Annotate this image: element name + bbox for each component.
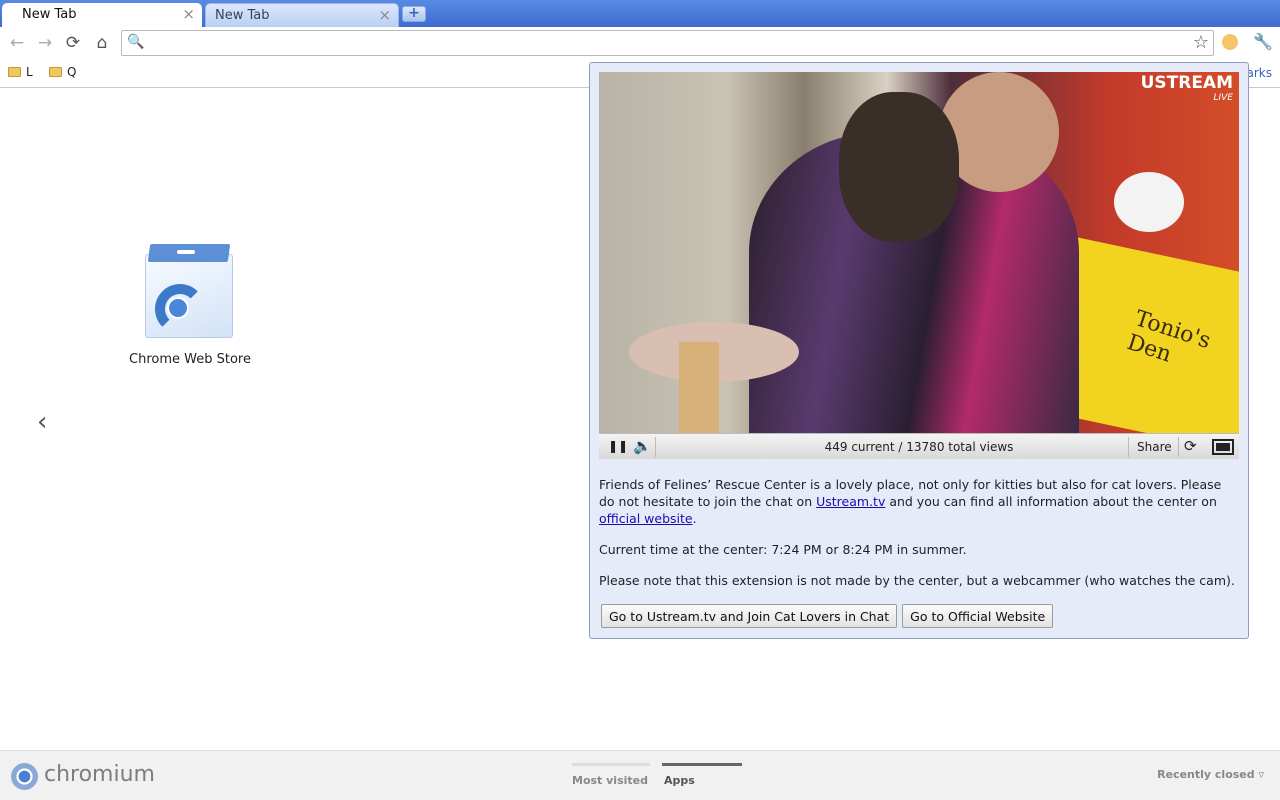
home-icon[interactable]: ⌂	[92, 33, 112, 53]
official-website-link[interactable]: official website	[599, 511, 693, 526]
footer-bar: chromium Most visited Apps Recently clos…	[0, 750, 1280, 800]
ustream-logo: USTREAM LIVE	[1140, 73, 1233, 106]
tab-most-visited[interactable]: Most visited	[572, 763, 650, 787]
app-label: Chrome Web Store	[129, 352, 251, 367]
popup-description: Friends of Felines’ Rescue Center is a l…	[599, 476, 1239, 603]
share-button[interactable]: Share	[1137, 440, 1172, 454]
forward-icon[interactable]: →	[35, 33, 55, 53]
note-text: Please note that this extension is not m…	[599, 573, 1235, 588]
fullscreen-icon[interactable]	[1212, 439, 1234, 455]
cat-extension-icon[interactable]	[1222, 34, 1238, 50]
desc-text-2: and you can find all information about t…	[885, 494, 1217, 509]
video-controls: ❚❚ 🔈 449 current / 13780 total views Sha…	[599, 433, 1239, 459]
extension-popup: Tonio's Den USTREAM LIVE ❚❚ 🔈 449 curren…	[589, 62, 1249, 639]
tab-apps[interactable]: Apps	[662, 763, 742, 787]
folder-icon	[49, 67, 62, 77]
desc-text-3: .	[692, 511, 697, 526]
folder-icon	[8, 67, 21, 77]
web-store-icon	[145, 244, 235, 339]
wrench-icon[interactable]: 🔧	[1253, 32, 1273, 51]
current-time-text: Current time at the center: 7:24 PM or 8…	[599, 542, 967, 557]
chromium-logo-icon	[11, 763, 38, 790]
chromium-logo-text: chromium	[44, 762, 155, 787]
bookmark-folder-q[interactable]: Q	[49, 65, 76, 79]
popup-buttons: Go to Ustream.tv and Join Cat Lovers in …	[601, 604, 1058, 628]
ustream-link[interactable]: Ustream.tv	[816, 494, 885, 509]
tab-new-tab[interactable]: New Tab ×	[205, 3, 399, 27]
close-icon[interactable]: ×	[378, 7, 391, 23]
tab-label: New Tab	[215, 8, 270, 23]
tab-new-tab-active[interactable]: New Tab ×	[2, 3, 202, 27]
video-player[interactable]: Tonio's Den USTREAM LIVE	[599, 72, 1239, 433]
tab-strip: New Tab × New Tab × +	[0, 0, 1280, 27]
ustream-live-text: LIVE	[1213, 93, 1233, 103]
reload-icon[interactable]: ⟳	[63, 33, 83, 53]
bookmark-label: L	[26, 65, 33, 79]
tab-label: New Tab	[22, 7, 77, 22]
back-icon[interactable]: ←	[7, 33, 27, 53]
join-chat-button[interactable]: Go to Ustream.tv and Join Cat Lovers in …	[601, 604, 898, 628]
bookmark-folder-l[interactable]: L	[8, 65, 33, 79]
close-icon[interactable]: ×	[182, 6, 195, 22]
bookmark-label: Q	[67, 65, 77, 79]
app-chrome-web-store[interactable]: Chrome Web Store	[120, 244, 260, 367]
new-tab-button[interactable]: +	[402, 6, 426, 22]
omnibox-input[interactable]	[146, 34, 1186, 52]
toolbar: ← → ⟳ ⌂ 🔍 ☆	[0, 27, 1280, 60]
bookmark-star-icon[interactable]: ☆	[1193, 32, 1209, 53]
recently-closed-menu[interactable]: Recently closed ▿	[1157, 768, 1264, 781]
refresh-icon[interactable]: ⟳	[1184, 437, 1197, 455]
description-text: Friends of Felines’ Rescue Center is a l…	[599, 476, 1239, 527]
other-bookmarks[interactable]: arks	[1247, 66, 1273, 80]
omnibox[interactable]: 🔍 ☆	[121, 30, 1214, 56]
ustream-logo-text: USTREAM	[1140, 73, 1233, 93]
official-website-button[interactable]: Go to Official Website	[902, 604, 1054, 628]
chevron-left-icon[interactable]: ‹	[37, 407, 47, 437]
search-icon: 🔍	[127, 34, 145, 50]
